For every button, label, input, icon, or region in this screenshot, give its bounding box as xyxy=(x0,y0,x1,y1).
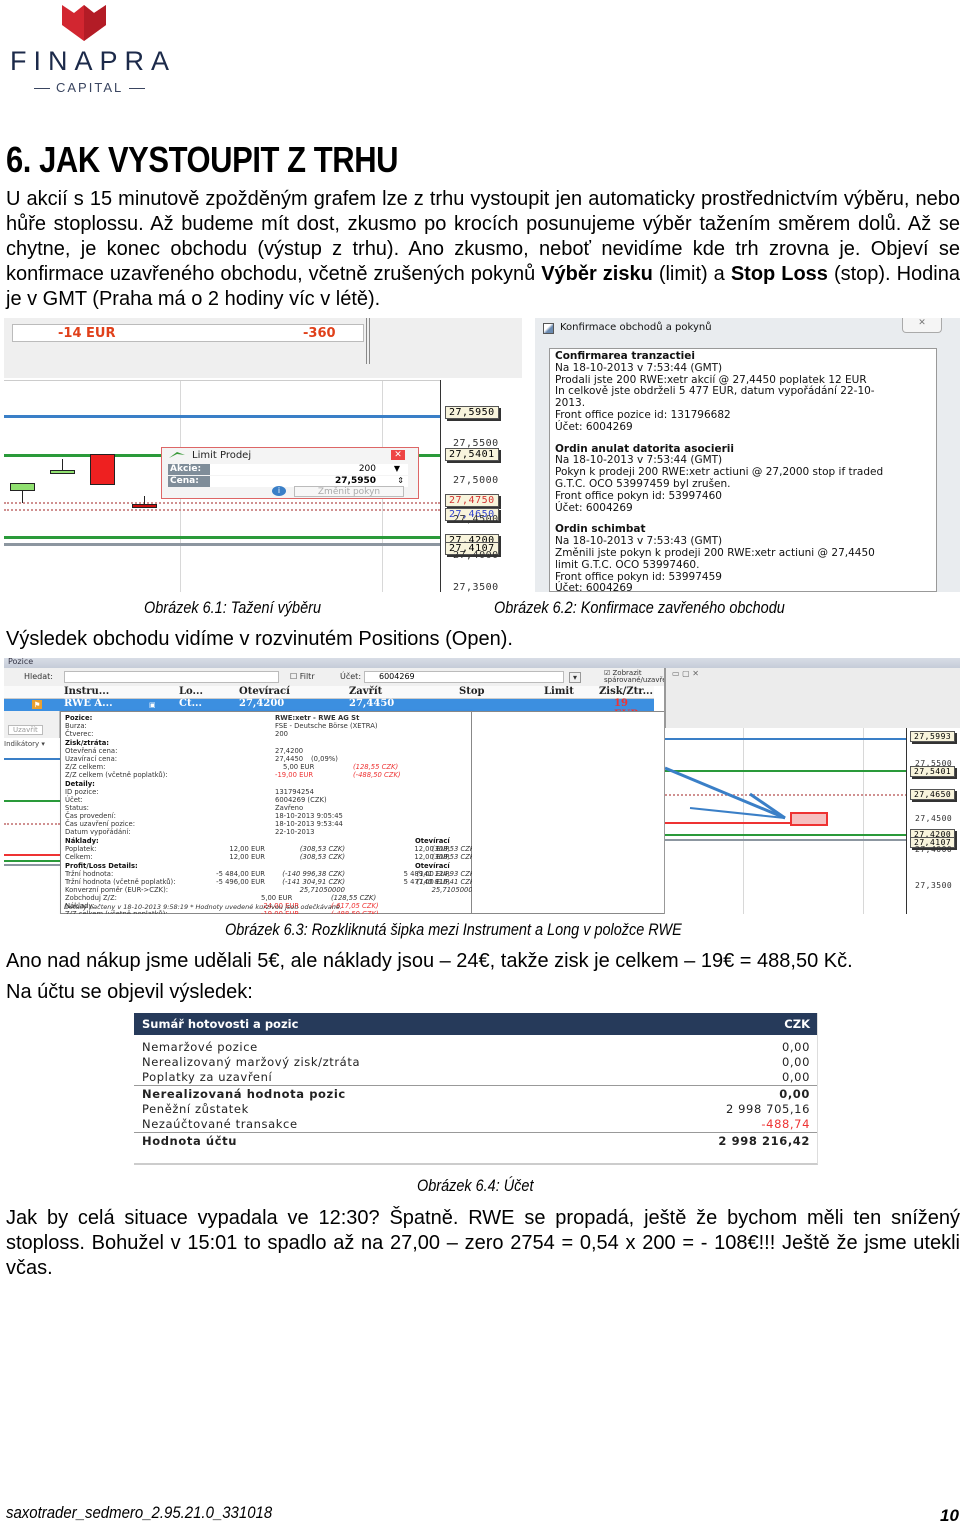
dialog-title: Limit Prodej xyxy=(192,450,252,461)
pnl-eur: -14 EUR xyxy=(58,326,116,341)
price-chart: Limit Prodej ✕ Akcie: 200 ▼ Cena: 27,595… xyxy=(4,380,440,592)
col-header[interactable]: Instru... xyxy=(64,686,109,697)
shares-field[interactable]: Akcie: 200 ▼ xyxy=(168,464,408,475)
axis-tick: 27,4000 xyxy=(453,550,499,561)
caption-fig4: Obrázek 6.4: Účet xyxy=(417,1176,534,1195)
pnl-czk: -360 xyxy=(303,326,336,341)
close-icon[interactable]: ✕ xyxy=(391,450,405,460)
sell-arrow-icon xyxy=(169,452,185,458)
logo-brand: FINAPRA xyxy=(10,46,177,76)
closing-paragraph: Jak by celá situace vypadala ve 12:30? Š… xyxy=(6,1207,960,1279)
col-header[interactable]: Limit xyxy=(544,686,574,697)
stepper-icon[interactable]: ⇕ xyxy=(397,476,404,485)
axis-tick: 27,3500 xyxy=(453,582,499,592)
drag-arrow-icon xyxy=(665,766,786,820)
summary-row: Nerealizovaný maržový zisk/ztráta 0,00 xyxy=(142,1055,810,1069)
caption-fig1: Obrázek 6.1: Tažení výběru xyxy=(144,598,321,617)
price-tag: 27,5950 xyxy=(445,406,499,419)
search-row: Hledat: ☐ Filtr Účet: 6004269 ▾ ☑ Zobraz… xyxy=(4,668,675,686)
result-paragraph: Ano nad nákup jsme udělali 5€, ale nákla… xyxy=(6,950,853,972)
caption-fig3: Obrázek 6.3: Rozkliknutá šipka mezi Inst… xyxy=(225,920,682,939)
figure-account-summary: Sumář hotovosti a pozic CZK Nemaržové po… xyxy=(134,1013,818,1165)
intro-paragraph: U akcií s 15 minutově zpožděným grafem l… xyxy=(6,188,960,310)
confirmation-block: Confirmarea tranzactiei Na 18-10-2013 v … xyxy=(555,350,875,433)
page-number: 10 xyxy=(940,1506,959,1525)
flag-icon: ⚑ xyxy=(32,700,43,709)
position-details-panel: Pozice: RWE:xetr - RWE AG St Burza: FSE - … xyxy=(60,711,644,914)
figure-drag-limit: -14 EUR -360 Limit Prodej ✕ Akcie: 200 ▼ xyxy=(4,318,522,592)
finapra-logo: FINAPRA CAPITAL xyxy=(0,0,180,105)
price-axis: 27,5993 27,5500 27,5401 27,4650 27,4500 … xyxy=(906,728,960,914)
change-order-button[interactable]: Změnit pokyn xyxy=(294,486,404,497)
close-position-button[interactable]: Uzavřít xyxy=(8,725,43,735)
figure-trade-confirmation: Konfirmace obchodů a pokynů ✕ Confirmare… xyxy=(535,318,960,592)
account-paragraph: Na účtu se objevil výsledek: xyxy=(6,981,253,1003)
axis-tick: 27,4500 xyxy=(453,514,499,525)
account-select[interactable]: 6004269 xyxy=(364,671,564,683)
summary-row: Peněžní zůstatek 2 998 705,16 xyxy=(142,1102,810,1116)
expand-arrow-icon[interactable]: ▣ xyxy=(149,700,156,709)
figure-positions-expanded: Pozice Hledat: ☐ Filtr Účet: 6004269 ▾ ☑… xyxy=(4,658,960,914)
window-controls[interactable]: ▭ ▢ ✕ xyxy=(672,669,699,678)
window-title: Konfirmace obchodů a pokynů xyxy=(560,322,712,333)
table-row-selected[interactable]: ⚑ RWE A... ▣ Čt... 27,4200 27,4450 19 EU… xyxy=(4,698,654,720)
search-input[interactable] xyxy=(64,671,279,683)
chevron-down-icon[interactable]: ▾ xyxy=(569,672,582,683)
summary-row: Nemaržové pozice 0,00 xyxy=(142,1040,810,1054)
summary-header: Sumář hotovosti a pozic CZK xyxy=(134,1013,817,1035)
positions-paragraph: Výsledek obchodu vidíme v rozvinutém Pos… xyxy=(6,628,513,650)
candle xyxy=(50,470,75,474)
summary-row: Nerealizovaná hodnota pozic 0,00 xyxy=(142,1087,810,1101)
confirmation-list: Confirmarea tranzactiei Na 18-10-2013 v … xyxy=(549,348,937,592)
col-header[interactable]: Zavřít xyxy=(349,686,382,697)
limit-line[interactable] xyxy=(4,415,440,418)
chevron-down-icon[interactable]: ▼ xyxy=(394,464,400,473)
candle xyxy=(90,454,115,485)
price-axis: 27,5950 27,5500 27,5401 27,5000 27,4750 … xyxy=(440,380,520,592)
candle xyxy=(10,483,35,491)
price-tag: 27,4750 xyxy=(445,494,499,507)
confirmation-block: Ordin schimbat Na 18-10-2013 v 7:53:43 (… xyxy=(555,523,875,592)
col-header[interactable]: Stop xyxy=(459,686,485,697)
filter-checkbox[interactable]: ☐ Filtr xyxy=(290,672,315,681)
summary-row: Hodnota účtu 2 998 216,42 xyxy=(142,1134,810,1148)
caption-fig2: Obrázek 6.2: Konfirmace zavřeného obchod… xyxy=(494,598,785,617)
summary-row: Poplatky za uzavření 0,00 xyxy=(142,1070,810,1084)
window-titlebar: Konfirmace obchodů a pokynů ✕ xyxy=(535,318,960,340)
side-panel: ▭ ▢ ✕ xyxy=(664,668,960,728)
show-paired-checkbox[interactable]: ☑ Zobrazit spárované/uzavřené xyxy=(604,670,675,684)
limit-order-dialog: Limit Prodej ✕ Akcie: 200 ▼ Cena: 27,595… xyxy=(161,447,419,499)
axis-tick: 27,5000 xyxy=(453,475,499,486)
positions-titlebar: Pozice xyxy=(4,658,960,668)
position-chart xyxy=(664,728,907,914)
confirmation-block: Ordin anulat datorita asocierii Na 18-10… xyxy=(555,442,884,514)
details-loaded-time: Detaily načteny v 18-10-2013 9:58:19 * H… xyxy=(64,903,342,911)
summary-row: Nezaúčtované transakce -488,74 xyxy=(142,1117,810,1131)
logo-sub: CAPITAL xyxy=(28,80,151,95)
col-header[interactable]: Lo... xyxy=(179,686,203,697)
mini-chart: Indikátory ▾ xyxy=(4,738,60,914)
details-panel-extension xyxy=(472,711,672,914)
price-tag: 27,5401 xyxy=(445,448,499,461)
pnl-bar: -14 EUR -360 xyxy=(4,318,522,378)
col-header[interactable]: Zisk/Ztr... xyxy=(599,686,653,697)
window-icon xyxy=(543,323,554,334)
indicators-menu[interactable]: Indikátory ▾ xyxy=(4,740,45,748)
candle xyxy=(132,504,157,508)
info-icon[interactable]: i xyxy=(272,486,286,496)
document-id: saxotrader_sedmero_2.95.21.0_331018 xyxy=(6,1503,273,1522)
crown-logo-icon xyxy=(62,5,106,41)
page-title: 6. JAK VYSTOUPIT Z TRHU xyxy=(6,139,399,180)
col-header[interactable]: Otevírací xyxy=(239,686,290,697)
closed-trade-marker[interactable] xyxy=(790,812,828,826)
close-icon[interactable]: ✕ xyxy=(902,318,942,333)
